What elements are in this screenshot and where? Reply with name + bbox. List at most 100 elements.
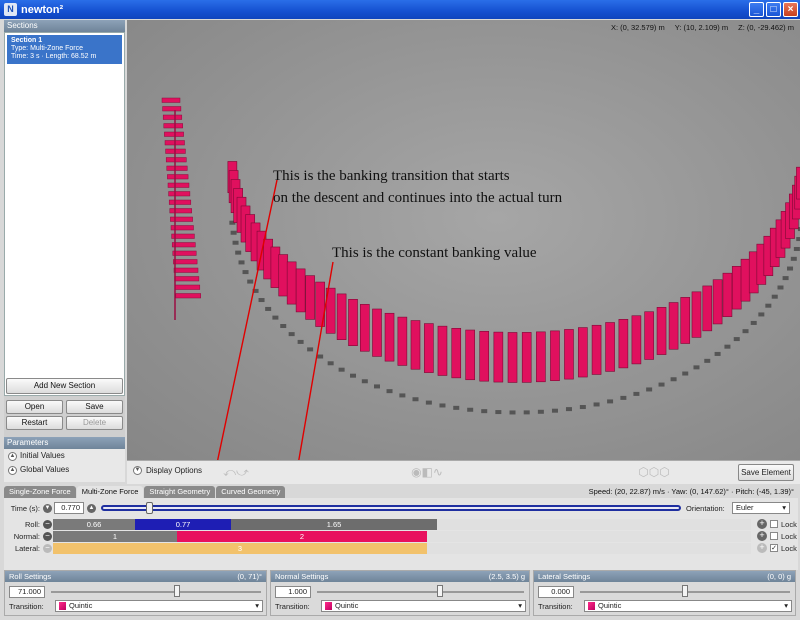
shadow-dash bbox=[467, 407, 474, 412]
restart-button[interactable]: Restart bbox=[6, 416, 63, 430]
shadow-dash bbox=[714, 351, 721, 356]
lateral-remove-icon[interactable]: − bbox=[43, 544, 52, 553]
shadow-dash bbox=[425, 400, 432, 405]
display-options-label: Display Options bbox=[146, 466, 203, 475]
curve-tie bbox=[521, 332, 532, 383]
time-increase-icon[interactable]: ▲ bbox=[87, 504, 96, 513]
roll-remove-icon[interactable]: − bbox=[43, 520, 52, 529]
curve-tie bbox=[278, 254, 289, 297]
section-list: Section 1 Type: Multi-Zone Force Time: 3… bbox=[4, 32, 125, 396]
curve-tie bbox=[702, 285, 713, 332]
save-button[interactable]: Save bbox=[66, 400, 123, 414]
roll-lock-checkbox[interactable] bbox=[770, 520, 778, 528]
roll-transition-label: Transition: bbox=[9, 602, 44, 611]
normal-transition-select[interactable]: Quintic ▾ bbox=[321, 600, 526, 612]
add-new-section-button[interactable]: Add New Section bbox=[6, 378, 123, 394]
tab-straight-geometry[interactable]: Straight Geometry bbox=[144, 486, 216, 498]
lateral-segment-1[interactable]: 3 bbox=[53, 543, 427, 554]
section-item[interactable]: Section 1 Type: Multi-Zone Force Time: 3… bbox=[7, 35, 122, 64]
shadow-dash bbox=[361, 379, 368, 384]
lateral-lock-checkbox[interactable]: ✓ bbox=[770, 544, 778, 552]
curve-tie bbox=[578, 327, 588, 378]
lateral-lock-row: + ✓ Lock bbox=[757, 543, 797, 553]
dropdown-arrow-icon: ▾ bbox=[255, 601, 259, 610]
minimize-button[interactable]: _ bbox=[749, 2, 764, 17]
global-values-label: Global Values bbox=[20, 465, 70, 474]
roll-segment-1[interactable]: 0.66 bbox=[53, 519, 135, 530]
open-button[interactable]: Open bbox=[6, 400, 63, 414]
coordinate-readout: X: (0, 32.579) m Y: (10, 2.109) m Z: (0,… bbox=[611, 23, 794, 32]
normal-settings-title: Normal Settings bbox=[275, 572, 329, 581]
lateral-add-icon[interactable]: + bbox=[757, 543, 767, 553]
orientation-select[interactable]: Euler ▾ bbox=[732, 502, 790, 514]
curve-tie bbox=[644, 311, 654, 360]
curve-tie bbox=[479, 330, 490, 382]
quintic-swatch-icon bbox=[588, 602, 595, 611]
time-slider-thumb[interactable] bbox=[146, 502, 153, 514]
lateral-transition-label: Transition: bbox=[538, 602, 573, 611]
view-controls-icon[interactable]: ◉◧∿ bbox=[410, 466, 444, 479]
lateral-slider-thumb[interactable] bbox=[682, 585, 688, 597]
descent-tie bbox=[165, 157, 187, 163]
shadow-dash bbox=[307, 347, 314, 352]
normal-track[interactable]: 12 bbox=[53, 531, 751, 542]
roll-track[interactable]: 0.66 0.77 1.65 bbox=[53, 519, 751, 530]
coord-y: Y: (10, 2.109) m bbox=[674, 23, 729, 32]
window-title: newton² bbox=[21, 3, 64, 16]
shadow-dash bbox=[317, 354, 324, 359]
lateral-label: Lateral: bbox=[14, 544, 40, 553]
display-options-toggle[interactable]: ▼ Display Options bbox=[133, 466, 202, 475]
normal-add-icon[interactable]: + bbox=[757, 531, 767, 541]
normal-value-slider[interactable] bbox=[317, 591, 524, 593]
roll-segment-3[interactable]: 1.65 bbox=[231, 519, 437, 530]
maximize-button[interactable]: □ bbox=[766, 2, 781, 17]
save-element-button[interactable]: Save Element bbox=[738, 464, 794, 481]
close-button[interactable]: × bbox=[783, 2, 798, 17]
lateral-track[interactable]: 3 bbox=[53, 543, 751, 554]
normal-value-input[interactable]: 1.000 bbox=[275, 586, 311, 598]
shadow-dash bbox=[327, 361, 334, 366]
initial-values-item[interactable]: ▲ Initial Values bbox=[4, 449, 125, 463]
shadow-dash bbox=[247, 279, 254, 284]
tab-curved-geometry[interactable]: Curved Geometry bbox=[216, 486, 286, 498]
roll-transition-select[interactable]: Quintic ▾ bbox=[55, 600, 263, 612]
shadow-dash bbox=[242, 270, 249, 275]
curve-tie bbox=[507, 332, 518, 383]
shadow-dash bbox=[782, 276, 789, 281]
roll-settings-panel: Roll Settings (0, 71)° 71.000 Transition:… bbox=[4, 570, 267, 616]
annotation-constant-banking: This is the constant banking value bbox=[332, 245, 537, 261]
time-slider[interactable] bbox=[101, 505, 681, 511]
shadow-dash bbox=[280, 324, 287, 329]
global-values-item[interactable]: ▲ Global Values bbox=[4, 463, 125, 477]
normal-lock-checkbox[interactable] bbox=[770, 532, 778, 540]
roll-slider-thumb[interactable] bbox=[174, 585, 180, 597]
shadow-dash bbox=[682, 371, 689, 376]
time-decrease-icon[interactable]: ▼ bbox=[43, 504, 52, 513]
shadow-dash bbox=[350, 373, 357, 378]
view-cubes-icon[interactable]: ⬡⬡⬡ bbox=[630, 466, 678, 479]
normal-segment-2[interactable]: 2 bbox=[177, 531, 427, 542]
viewport-toolbar: ▼ Display Options ⤺⤻ ◉◧∿ ⬡⬡⬡ Save Elemen… bbox=[127, 460, 800, 484]
curve-tie bbox=[564, 329, 574, 380]
roll-value-slider[interactable] bbox=[51, 591, 261, 593]
normal-segment-1[interactable]: 1 bbox=[53, 531, 177, 542]
lateral-transition-select[interactable]: Quintic ▾ bbox=[584, 600, 792, 612]
roll-value-input[interactable]: 71.000 bbox=[9, 586, 45, 598]
roll-segment-2[interactable]: 0.77 bbox=[135, 519, 231, 530]
time-input[interactable]: 0.770 bbox=[54, 502, 84, 514]
delete-button[interactable]: Delete bbox=[66, 416, 123, 430]
quintic-swatch-icon bbox=[325, 602, 332, 611]
shadow-dash bbox=[658, 382, 665, 387]
curve-tie bbox=[286, 261, 297, 305]
tab-multi-zone-force[interactable]: Multi-Zone Force bbox=[76, 486, 144, 498]
tab-single-zone-force[interactable]: Single-Zone Force bbox=[4, 486, 76, 498]
lateral-value-input[interactable]: 0.000 bbox=[538, 586, 574, 598]
normal-remove-icon[interactable]: − bbox=[43, 532, 52, 541]
normal-slider-thumb[interactable] bbox=[437, 585, 443, 597]
lateral-settings-title: Lateral Settings bbox=[538, 572, 591, 581]
shadow-dash bbox=[509, 410, 516, 415]
roll-add-icon[interactable]: + bbox=[757, 519, 767, 529]
shadow-dash bbox=[670, 377, 677, 382]
3d-viewport[interactable]: X: (0, 32.579) m Y: (10, 2.109) m Z: (0,… bbox=[127, 20, 800, 460]
undo-redo-icon[interactable]: ⤺⤻ bbox=[219, 466, 253, 479]
